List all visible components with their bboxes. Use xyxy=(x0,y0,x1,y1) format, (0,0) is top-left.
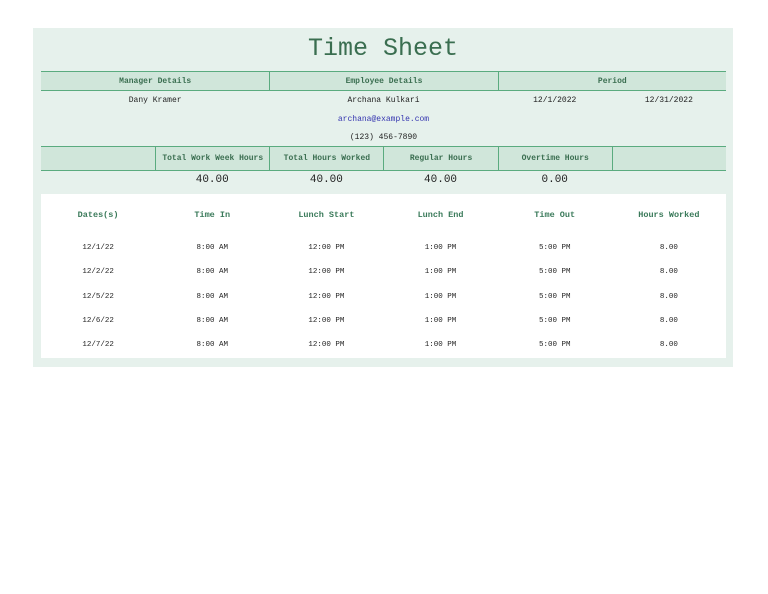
cell-lunch-start: 12:00 PM xyxy=(308,341,345,349)
time-entries-table: Dates(s) Time In Lunch Start Lunch End T… xyxy=(41,194,726,358)
cell-lunch-end: 1:00 PM xyxy=(424,293,457,301)
cell-hours-worked: 8.00 xyxy=(659,268,678,276)
details-header-row: Manager Details Employee Details Period xyxy=(41,71,726,91)
summary-header-row: Total Work Week Hours Total Hours Worked… xyxy=(41,146,726,171)
page-title: Time Sheet xyxy=(307,34,459,63)
cell-time-out: 5:00 PM xyxy=(538,268,571,276)
manager-name: Dany Kramer xyxy=(128,96,182,105)
cell-time-out: 5:00 PM xyxy=(538,244,571,252)
table-row: 12/1/22 8:00 AM 12:00 PM 1:00 PM 5:00 PM 8.00 xyxy=(41,244,726,252)
table-row: 12/6/22 8:00 AM 12:00 PM 1:00 PM 5:00 PM 8.00 xyxy=(41,317,726,325)
column-header-lunch-end: Lunch End xyxy=(417,210,464,220)
regular-hours-header: Regular Hours xyxy=(383,147,497,170)
cell-time-in: 8:00 AM xyxy=(196,244,228,252)
table-row: 12/5/22 8:00 AM 12:00 PM 1:00 PM 5:00 PM 8.00 xyxy=(41,293,726,301)
column-header-hours-worked: Hours Worked xyxy=(638,210,700,220)
column-header-time-in: Time In xyxy=(194,210,231,220)
employee-phone: (123) 456-7890 xyxy=(349,133,418,142)
cell-date: 12/6/22 xyxy=(82,317,114,325)
table-header-row: Dates(s) Time In Lunch Start Lunch End T… xyxy=(41,210,726,220)
cell-lunch-end: 1:00 PM xyxy=(424,268,457,276)
cell-lunch-end: 1:00 PM xyxy=(424,244,457,252)
manager-details-header: Manager Details xyxy=(119,76,192,86)
period-start: 12/1/2022 xyxy=(533,96,577,105)
table-row: 12/2/22 8:00 AM 12:00 PM 1:00 PM 5:00 PM 8.00 xyxy=(41,268,726,276)
cell-time-in: 8:00 AM xyxy=(196,317,228,325)
cell-time-in: 8:00 AM xyxy=(196,293,228,301)
total-hours-worked-value: 40.00 xyxy=(309,174,343,186)
cell-time-out: 5:00 PM xyxy=(538,317,571,325)
total-hours-worked-header: Total Hours Worked xyxy=(269,147,383,170)
summary-header-blank-2 xyxy=(611,147,726,170)
overtime-hours-value: 0.00 xyxy=(541,174,568,186)
cell-lunch-end: 1:00 PM xyxy=(424,317,457,325)
cell-hours-worked: 8.00 xyxy=(659,317,678,325)
cell-lunch-end: 1:00 PM xyxy=(424,341,457,349)
cell-hours-worked: 8.00 xyxy=(659,341,678,349)
cell-time-in: 8:00 AM xyxy=(196,341,228,349)
employee-email-link[interactable]: archana@example.com xyxy=(269,115,497,124)
cell-date: 12/2/22 xyxy=(82,268,114,276)
overtime-hours-header: Overtime Hours xyxy=(497,147,612,170)
period-end: 12/31/2022 xyxy=(644,96,693,105)
employee-name: Archana Kulkari xyxy=(347,96,420,105)
cell-hours-worked: 8.00 xyxy=(659,244,678,252)
cell-time-out: 5:00 PM xyxy=(538,341,571,349)
total-work-week-hours-value: 40.00 xyxy=(195,174,229,186)
cell-lunch-start: 12:00 PM xyxy=(308,268,345,276)
timesheet-panel: Time Sheet Manager Details Employee Deta… xyxy=(33,28,733,367)
cell-lunch-start: 12:00 PM xyxy=(308,244,345,252)
cell-date: 12/1/22 xyxy=(82,244,114,252)
column-header-dates: Dates(s) xyxy=(77,210,119,220)
cell-lunch-start: 12:00 PM xyxy=(308,317,345,325)
cell-time-out: 5:00 PM xyxy=(538,293,571,301)
cell-hours-worked: 8.00 xyxy=(659,293,678,301)
cell-lunch-start: 12:00 PM xyxy=(308,293,345,301)
employee-details-header: Employee Details xyxy=(269,72,497,90)
period-header: Period xyxy=(497,72,726,90)
column-header-lunch-start: Lunch Start xyxy=(298,210,355,220)
regular-hours-value: 40.00 xyxy=(424,174,458,186)
cell-date: 12/5/22 xyxy=(82,293,114,301)
summary-header-blank xyxy=(41,147,155,170)
cell-date: 12/7/22 xyxy=(82,341,114,349)
cell-time-in: 8:00 AM xyxy=(196,268,228,276)
total-work-week-hours-header: Total Work Week Hours xyxy=(155,147,269,170)
column-header-time-out: Time Out xyxy=(534,210,576,220)
table-row: 12/7/22 8:00 AM 12:00 PM 1:00 PM 5:00 PM 8.00 xyxy=(41,341,726,349)
